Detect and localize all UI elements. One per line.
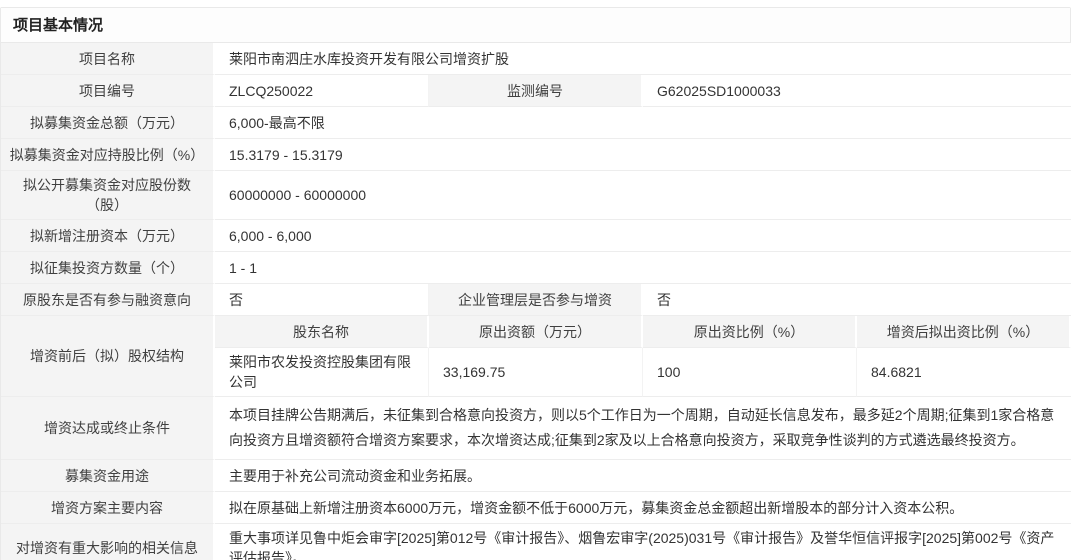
row-major-impact-info: 对增资有重大影响的相关信息 重大事项详见鲁中炬会审字[2025]第012号《审计… <box>1 524 1071 560</box>
holding-ratio-value: 15.3179 - 15.3179 <box>215 139 1071 171</box>
investor-quantity-value: 1 - 1 <box>215 252 1071 284</box>
equity-shareholder-name: 莱阳市农发投资控股集团有限公司 <box>215 348 429 397</box>
equity-col-post-ratio: 增资后拟出资比例（%） <box>857 316 1071 348</box>
share-count-label: 拟公开募集资金对应股份数（股） <box>1 171 215 220</box>
project-code-value: ZLCQ250022 <box>215 75 429 107</box>
row-participation-intent: 原股东是否有参与融资意向 否 企业管理层是否参与增资 否 <box>1 284 1071 316</box>
row-completion-conditions: 增资达成或终止条件 本项目挂牌公告期满后，未征集到合格意向投资方，则以5个工作日… <box>1 397 1071 460</box>
major-impact-info-label: 对增资有重大影响的相关信息 <box>1 524 215 560</box>
row-investor-quantity: 拟征集投资方数量（个） 1 - 1 <box>1 252 1071 284</box>
project-name-label: 项目名称 <box>1 43 215 75</box>
management-participation-label: 企业管理层是否参与增资 <box>429 284 643 316</box>
project-code-label: 项目编号 <box>1 75 215 107</box>
row-equity-structure-header: 增资前后（拟）股权结构 股东名称 原出资额（万元） 原出资比例（%） 增资后拟出… <box>1 316 1071 348</box>
share-count-value: 60000000 - 60000000 <box>215 171 1071 220</box>
plan-main-content-label: 增资方案主要内容 <box>1 492 215 524</box>
new-registered-capital-value: 6,000 - 6,000 <box>215 220 1071 252</box>
funding-total-label: 拟募集资金总额（万元） <box>1 107 215 139</box>
project-info-table: 项目名称 莱阳市南泗庄水库投资开发有限公司增资扩股 项目编号 ZLCQ25002… <box>1 43 1071 560</box>
investor-quantity-label: 拟征集投资方数量（个） <box>1 252 215 284</box>
completion-conditions-value: 本项目挂牌公告期满后，未征集到合格意向投资方，则以5个工作日为一个周期，自动延长… <box>215 397 1071 460</box>
equity-col-original-amount: 原出资额（万元） <box>429 316 643 348</box>
row-new-registered-capital: 拟新增注册资本（万元） 6,000 - 6,000 <box>1 220 1071 252</box>
funding-total-value: 6,000-最高不限 <box>215 107 1071 139</box>
section-title: 项目基本情况 <box>1 8 1070 43</box>
equity-original-ratio: 100 <box>643 348 857 397</box>
new-registered-capital-label: 拟新增注册资本（万元） <box>1 220 215 252</box>
equity-structure-label: 增资前后（拟）股权结构 <box>1 316 215 397</box>
row-funding-total: 拟募集资金总额（万元） 6,000-最高不限 <box>1 107 1071 139</box>
row-fund-usage: 募集资金用途 主要用于补充公司流动资金和业务拓展。 <box>1 460 1071 492</box>
row-holding-ratio: 拟募集资金对应持股比例（%） 15.3179 - 15.3179 <box>1 139 1071 171</box>
row-plan-main-content: 增资方案主要内容 拟在原基础上新增注册资本6000万元，增资金额不低于6000万… <box>1 492 1071 524</box>
management-participation-value: 否 <box>643 284 1071 316</box>
fund-usage-label: 募集资金用途 <box>1 460 215 492</box>
equity-col-shareholder-name: 股东名称 <box>215 316 429 348</box>
project-name-value: 莱阳市南泗庄水库投资开发有限公司增资扩股 <box>215 43 1071 75</box>
row-project-code: 项目编号 ZLCQ250022 监测编号 G62025SD1000033 <box>1 75 1071 107</box>
monitor-code-label: 监测编号 <box>429 75 643 107</box>
equity-col-original-ratio: 原出资比例（%） <box>643 316 857 348</box>
original-shareholder-intent-label: 原股东是否有参与融资意向 <box>1 284 215 316</box>
completion-conditions-label: 增资达成或终止条件 <box>1 397 215 460</box>
plan-main-content-value: 拟在原基础上新增注册资本6000万元，增资金额不低于6000万元，募集资金总金额… <box>215 492 1071 524</box>
fund-usage-value: 主要用于补充公司流动资金和业务拓展。 <box>215 460 1071 492</box>
equity-original-amount: 33,169.75 <box>429 348 643 397</box>
major-impact-info-value: 重大事项详见鲁中炬会审字[2025]第012号《审计报告》、烟鲁宏审字(2025… <box>215 524 1071 560</box>
equity-post-ratio: 84.6821 <box>857 348 1071 397</box>
row-project-name: 项目名称 莱阳市南泗庄水库投资开发有限公司增资扩股 <box>1 43 1071 75</box>
holding-ratio-label: 拟募集资金对应持股比例（%） <box>1 139 215 171</box>
monitor-code-value: G62025SD1000033 <box>643 75 1071 107</box>
project-basic-info-panel: 项目基本情况 项目名称 莱阳市南泗庄水库投资开发有限公司增资扩股 项目编号 ZL… <box>0 7 1071 560</box>
original-shareholder-intent-value: 否 <box>215 284 429 316</box>
row-share-count: 拟公开募集资金对应股份数（股） 60000000 - 60000000 <box>1 171 1071 220</box>
